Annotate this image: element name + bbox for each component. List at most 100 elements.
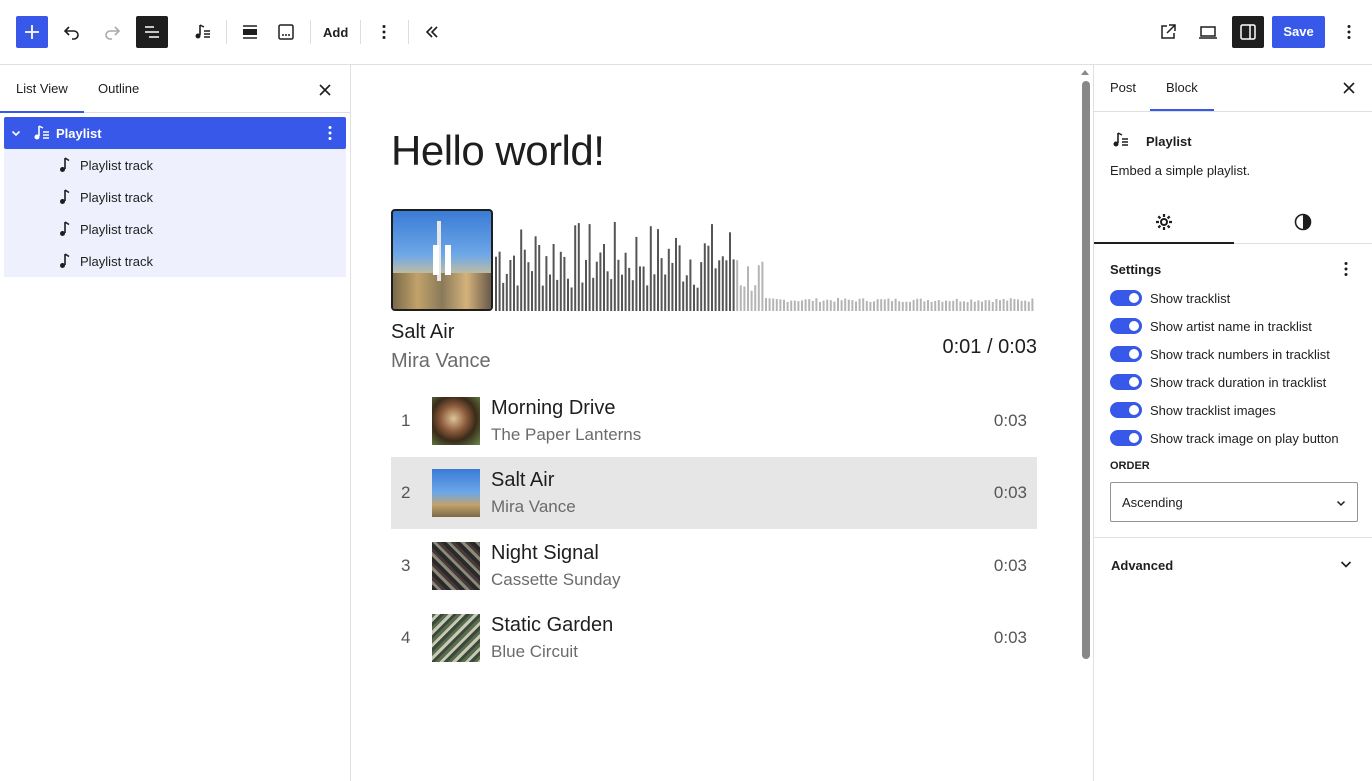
tracklist-item-active[interactable]: 2 Salt Air Mira Vance 0:03 — [391, 457, 1037, 529]
track-thumbnail — [432, 614, 480, 662]
block-options-button[interactable] — [368, 16, 400, 48]
tab-block[interactable]: Block — [1150, 65, 1214, 111]
list-view-item-track[interactable]: Playlist track — [4, 149, 346, 181]
settings-sidebar-button[interactable] — [1232, 16, 1264, 48]
waveform-bar — [649, 226, 652, 311]
waveform-bar — [689, 259, 692, 311]
waveform-bar — [876, 299, 879, 311]
undo-icon — [63, 26, 79, 40]
waveform-bar — [592, 277, 595, 311]
tracklist-item[interactable]: 4 Static Garden Blue Circuit 0:03 — [391, 602, 1037, 674]
music-note-icon — [60, 157, 70, 172]
toggle-show-artist[interactable] — [1110, 318, 1142, 334]
toggle-show-images[interactable] — [1110, 402, 1142, 418]
toggle-label: Show tracklist images — [1150, 403, 1276, 418]
waveform-bar — [739, 285, 742, 311]
toggle-show-tracklist[interactable] — [1110, 290, 1142, 306]
advanced-panel-toggle[interactable]: Advanced — [1094, 537, 1372, 591]
list-view-item-track[interactable]: Playlist track — [4, 213, 346, 245]
waveform-bar — [959, 301, 962, 311]
device-preview-button[interactable] — [1192, 16, 1224, 48]
waveform-bar — [671, 262, 674, 311]
waveform-bar — [693, 284, 695, 311]
close-list-view-button[interactable] — [314, 79, 336, 101]
playlist-icon — [1113, 132, 1128, 147]
waveform-bar — [808, 299, 811, 311]
play-button-artwork[interactable] — [391, 209, 493, 311]
waveform-bar — [775, 299, 778, 311]
chevron-down-icon[interactable] — [10, 127, 22, 139]
toggle-show-track-numbers[interactable] — [1110, 346, 1142, 362]
redo-button[interactable] — [96, 16, 128, 48]
caption-button[interactable] — [270, 16, 302, 48]
list-view-item-playlist[interactable]: Playlist — [4, 117, 346, 149]
waveform-bar — [624, 252, 627, 311]
waveform-bar — [563, 256, 566, 311]
canvas-scrollbar[interactable] — [1082, 81, 1090, 659]
document-overview-button[interactable] — [136, 16, 168, 48]
waveform-bar — [711, 224, 713, 311]
list-view-item-track[interactable]: Playlist track — [4, 245, 346, 277]
collapse-toolbar-button[interactable] — [416, 16, 448, 48]
more-vertical-icon[interactable] — [1336, 259, 1356, 279]
toggle-show-track-image-on-play[interactable] — [1110, 430, 1142, 446]
tab-post[interactable]: Post — [1110, 65, 1136, 111]
add-track-button[interactable]: Add — [323, 25, 348, 40]
more-vertical-icon[interactable] — [320, 123, 340, 143]
settings-panel-title: Settings — [1110, 262, 1162, 277]
waveform-bar — [948, 301, 951, 311]
save-button[interactable]: Save — [1272, 16, 1325, 48]
waveform-bar — [945, 300, 947, 311]
waveform-bar — [822, 300, 825, 311]
waveform-bar — [934, 300, 937, 311]
waveform-bar — [1024, 300, 1027, 311]
align-button[interactable] — [234, 16, 266, 48]
chevron-down-icon — [1340, 561, 1352, 568]
post-title[interactable]: Hello world! — [391, 127, 605, 175]
view-post-button[interactable] — [1152, 16, 1184, 48]
waveform-bar — [631, 280, 634, 311]
waveform-bar — [559, 251, 562, 311]
block-type-button[interactable] — [186, 16, 218, 48]
track-title: Static Garden — [491, 614, 614, 636]
track-artist: Blue Circuit — [491, 642, 578, 661]
undo-button[interactable] — [56, 16, 88, 48]
waveform-bar — [995, 299, 998, 311]
order-select-value: Ascending — [1122, 495, 1183, 510]
music-note-icon — [60, 253, 70, 268]
tab-settings[interactable] — [1094, 201, 1234, 244]
close-sidebar-button[interactable] — [1338, 77, 1360, 99]
waveform-bar — [894, 298, 897, 311]
track-title: Salt Air — [491, 469, 555, 491]
scroll-up-arrow-icon[interactable] — [1080, 67, 1090, 77]
tab-list-view[interactable]: List View — [0, 65, 84, 113]
waveform-bar — [743, 286, 746, 311]
more-vertical-icon — [1347, 25, 1351, 39]
block-inspector-tabs — [1094, 201, 1372, 244]
block-card-title: Playlist — [1146, 134, 1192, 149]
desktop-icon — [1199, 26, 1217, 39]
waveform-bar — [970, 299, 973, 311]
tracklist-item[interactable]: 3 Night Signal Cassette Sunday 0:03 — [391, 530, 1037, 602]
waveform-bar — [855, 301, 857, 311]
waveform-bar — [801, 300, 803, 311]
tracklist-item[interactable]: 1 Morning Drive The Paper Lanterns 0:03 — [391, 385, 1037, 457]
order-select[interactable]: Ascending — [1110, 482, 1358, 522]
waveform[interactable] — [495, 209, 1037, 311]
settings-sidebar: Post Block Playlist Embed a simple playl… — [1093, 65, 1372, 781]
add-block-button[interactable] — [16, 16, 48, 48]
options-button[interactable] — [1333, 16, 1365, 48]
waveform-bar — [599, 252, 602, 311]
waveform-bar — [570, 287, 573, 311]
tab-styles[interactable] — [1234, 201, 1372, 244]
track-duration: 0:03 — [993, 483, 1027, 502]
waveform-bar — [793, 300, 796, 311]
waveform-bar — [621, 274, 623, 311]
list-view-item-track[interactable]: Playlist track — [4, 181, 346, 213]
waveform-bar — [761, 261, 764, 311]
waveform-bar — [786, 301, 789, 311]
waveform-bar — [811, 300, 814, 311]
tab-outline[interactable]: Outline — [82, 65, 155, 113]
toggle-show-duration[interactable] — [1110, 374, 1142, 390]
waveform-bar — [916, 298, 919, 311]
